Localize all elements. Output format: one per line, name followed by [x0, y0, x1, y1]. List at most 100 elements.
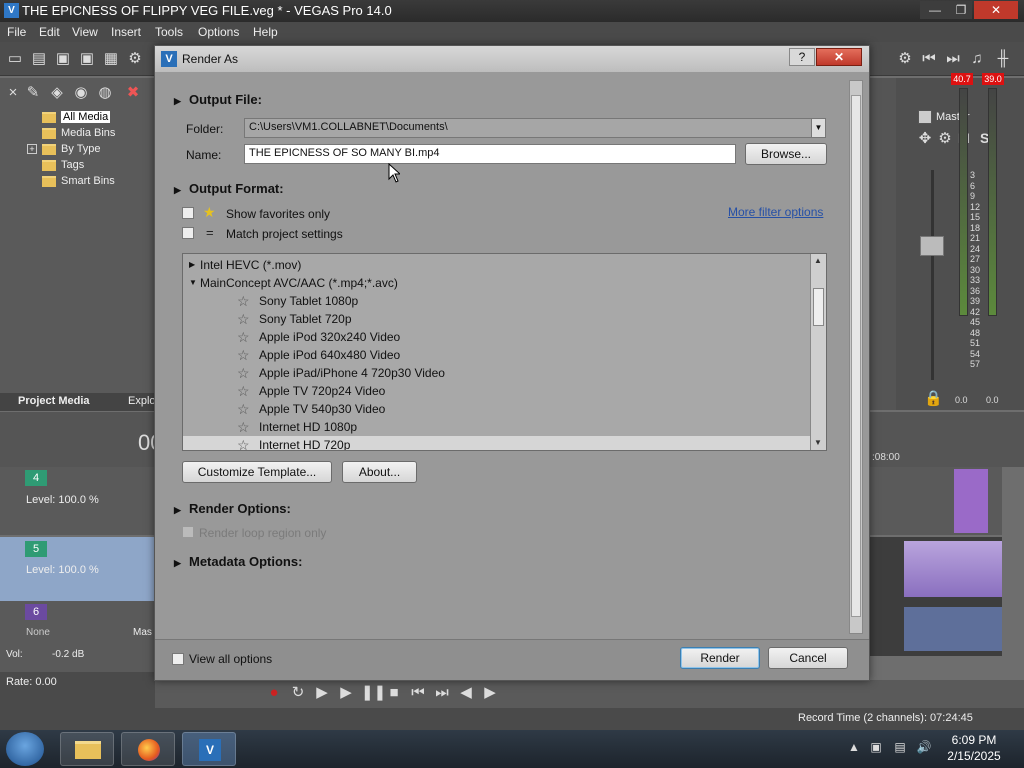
metadata-options-header[interactable]: ▶ Metadata Options:: [174, 554, 302, 569]
pause-icon[interactable]: ❚❚: [361, 684, 386, 702]
menu-file[interactable]: File: [7, 25, 26, 39]
template-group-row[interactable]: ▼ MainConcept AVC/AAC (*.mp4;*.avc): [183, 274, 810, 292]
maximize-button[interactable]: ❐: [950, 1, 972, 19]
template-row[interactable]: ☆ Sony Tablet 720p: [183, 310, 810, 328]
import-media-icon[interactable]: ✎: [24, 84, 42, 102]
tree-item-by-type[interactable]: By Type: [42, 143, 101, 158]
template-row[interactable]: ☆ Apple TV 720p24 Video: [183, 382, 810, 400]
master-fader[interactable]: [920, 236, 944, 256]
pan-icon[interactable]: ✥: [916, 130, 934, 148]
browse-button[interactable]: Browse...: [745, 143, 827, 165]
master-insert-icon[interactable]: ╫: [994, 50, 1012, 68]
previous-frame-icon[interactable]: ◀: [457, 684, 475, 702]
network-icon[interactable]: ▤: [892, 740, 908, 756]
tab-project-media[interactable]: Project Media: [18, 395, 90, 407]
play-from-start-icon[interactable]: ▶: [313, 684, 331, 702]
tree-expand-icon[interactable]: +: [27, 144, 37, 154]
volume-icon[interactable]: 🔊: [916, 740, 932, 756]
favorite-star-icon[interactable]: ☆: [237, 400, 250, 418]
favorite-star-icon[interactable]: ☆: [237, 310, 250, 328]
favorite-star-icon[interactable]: ☆: [237, 436, 250, 450]
dialog-close-button[interactable]: ✕: [816, 48, 862, 66]
video-clip[interactable]: [904, 541, 1002, 597]
menu-edit[interactable]: Edit: [39, 25, 60, 39]
open-folder-icon[interactable]: ▤: [30, 50, 48, 68]
track-5[interactable]: 5 Level: 100.0 %: [0, 537, 155, 601]
menu-options[interactable]: Options: [198, 25, 239, 39]
output-file-header[interactable]: ▶ Output File:: [174, 92, 262, 107]
play-icon[interactable]: ▶: [337, 684, 355, 702]
dialog-scroll-thumb[interactable]: [851, 95, 861, 617]
menu-tools[interactable]: Tools: [155, 25, 183, 39]
track-6[interactable]: 6 None Vol: -0.2 dB Mas: [0, 601, 155, 672]
master-bus-icon[interactable]: ⏮: [920, 50, 938, 68]
media-bins-icon[interactable]: ◉: [72, 84, 90, 102]
dialog-scrollbar[interactable]: [849, 80, 863, 634]
menu-insert[interactable]: Insert: [111, 25, 141, 39]
output-format-header[interactable]: ▶ Output Format:: [174, 181, 284, 196]
folder-combo[interactable]: C:\Users\VM1.COLLABNET\Documents\ ▼: [244, 118, 826, 138]
favorite-star-icon[interactable]: ☆: [237, 418, 250, 436]
master-gear-icon[interactable]: ⚙: [936, 130, 954, 148]
menu-help[interactable]: Help: [253, 25, 278, 39]
save-icon[interactable]: ▣: [54, 50, 72, 68]
master-fx-button[interactable]: [918, 110, 932, 124]
tab-explorer[interactable]: Explo: [128, 395, 156, 407]
record-icon[interactable]: ●: [265, 684, 283, 702]
track-4[interactable]: 4 Level: 100.0 %: [0, 467, 155, 535]
stop-icon[interactable]: ■: [385, 684, 403, 702]
next-frame-icon[interactable]: ▶: [481, 684, 499, 702]
name-input[interactable]: THE EPICNESS OF SO MANY BI.mp4: [244, 144, 736, 164]
template-row[interactable]: ☆ Internet HD 720p: [183, 436, 810, 450]
tray-device-icon[interactable]: ▣: [868, 740, 884, 756]
view-all-options-checkbox[interactable]: [172, 653, 184, 665]
menu-view[interactable]: View: [72, 25, 98, 39]
scroll-thumb[interactable]: [813, 288, 824, 326]
customize-template-button[interactable]: Customize Template...: [182, 461, 332, 483]
clock[interactable]: 6:09 PM 2/15/2025: [944, 732, 1004, 764]
template-row[interactable]: ☆ Apple TV 540p30 Video: [183, 400, 810, 418]
tray-expand-icon[interactable]: ▲: [846, 740, 862, 756]
audio-clip[interactable]: [904, 607, 1002, 651]
file-explorer-taskbar-icon[interactable]: [60, 732, 114, 766]
show-favorites-checkbox[interactable]: [182, 207, 194, 219]
favorite-star-icon[interactable]: ☆: [237, 364, 250, 382]
scroll-down-icon[interactable]: ▼: [814, 438, 822, 447]
master-settings-gear-icon[interactable]: ⚙: [896, 50, 914, 68]
about-button[interactable]: About...: [342, 461, 417, 483]
favorite-star-icon[interactable]: ☆: [237, 346, 250, 364]
help-button[interactable]: ?: [789, 48, 815, 66]
chevron-down-icon[interactable]: ▼: [811, 119, 825, 137]
media-close-icon[interactable]: ×: [4, 84, 22, 102]
favorite-star-icon[interactable]: ☆: [237, 382, 250, 400]
favorite-star-icon[interactable]: ☆: [237, 292, 250, 310]
vegas-taskbar-icon[interactable]: V: [182, 732, 236, 766]
master-channels-icon[interactable]: ♫: [968, 50, 986, 68]
tree-item-tags[interactable]: Tags: [42, 159, 84, 174]
template-row[interactable]: ☆ Apple iPad/iPhone 4 720p30 Video: [183, 364, 810, 382]
collapse-arrow-icon[interactable]: ▼: [189, 274, 197, 292]
expand-arrow-icon[interactable]: ▶: [189, 256, 195, 274]
tree-item-smart-bins[interactable]: Smart Bins: [42, 175, 115, 190]
loop-icon[interactable]: ↻: [289, 684, 307, 702]
tree-item-media-bins[interactable]: Media Bins: [42, 127, 115, 142]
template-row[interactable]: ☆ Sony Tablet 1080p: [183, 292, 810, 310]
cancel-button[interactable]: Cancel: [768, 647, 848, 669]
video-clip[interactable]: [954, 469, 988, 533]
start-button[interactable]: [6, 732, 44, 766]
template-row[interactable]: ☆ Apple iPod 640x480 Video: [183, 346, 810, 364]
tree-item-all-media[interactable]: All Media: [42, 111, 111, 126]
template-row[interactable]: ☆ Internet HD 1080p: [183, 418, 810, 436]
render-icon[interactable]: ▦: [102, 50, 120, 68]
favorite-star-icon[interactable]: ☆: [237, 328, 250, 346]
delete-media-icon[interactable]: ✖: [124, 84, 142, 102]
close-button[interactable]: ✕: [974, 1, 1018, 19]
new-project-icon[interactable]: ▭: [6, 50, 24, 68]
minimize-button[interactable]: —: [920, 1, 950, 19]
properties-gear-icon[interactable]: ⚙: [126, 50, 144, 68]
media-web-icon[interactable]: ◍: [96, 84, 114, 102]
render-options-header[interactable]: ▶ Render Options:: [174, 501, 291, 516]
template-list-scrollbar[interactable]: ▲ ▼: [810, 254, 826, 450]
render-button[interactable]: Render: [680, 647, 760, 669]
scroll-up-icon[interactable]: ▲: [814, 256, 822, 265]
